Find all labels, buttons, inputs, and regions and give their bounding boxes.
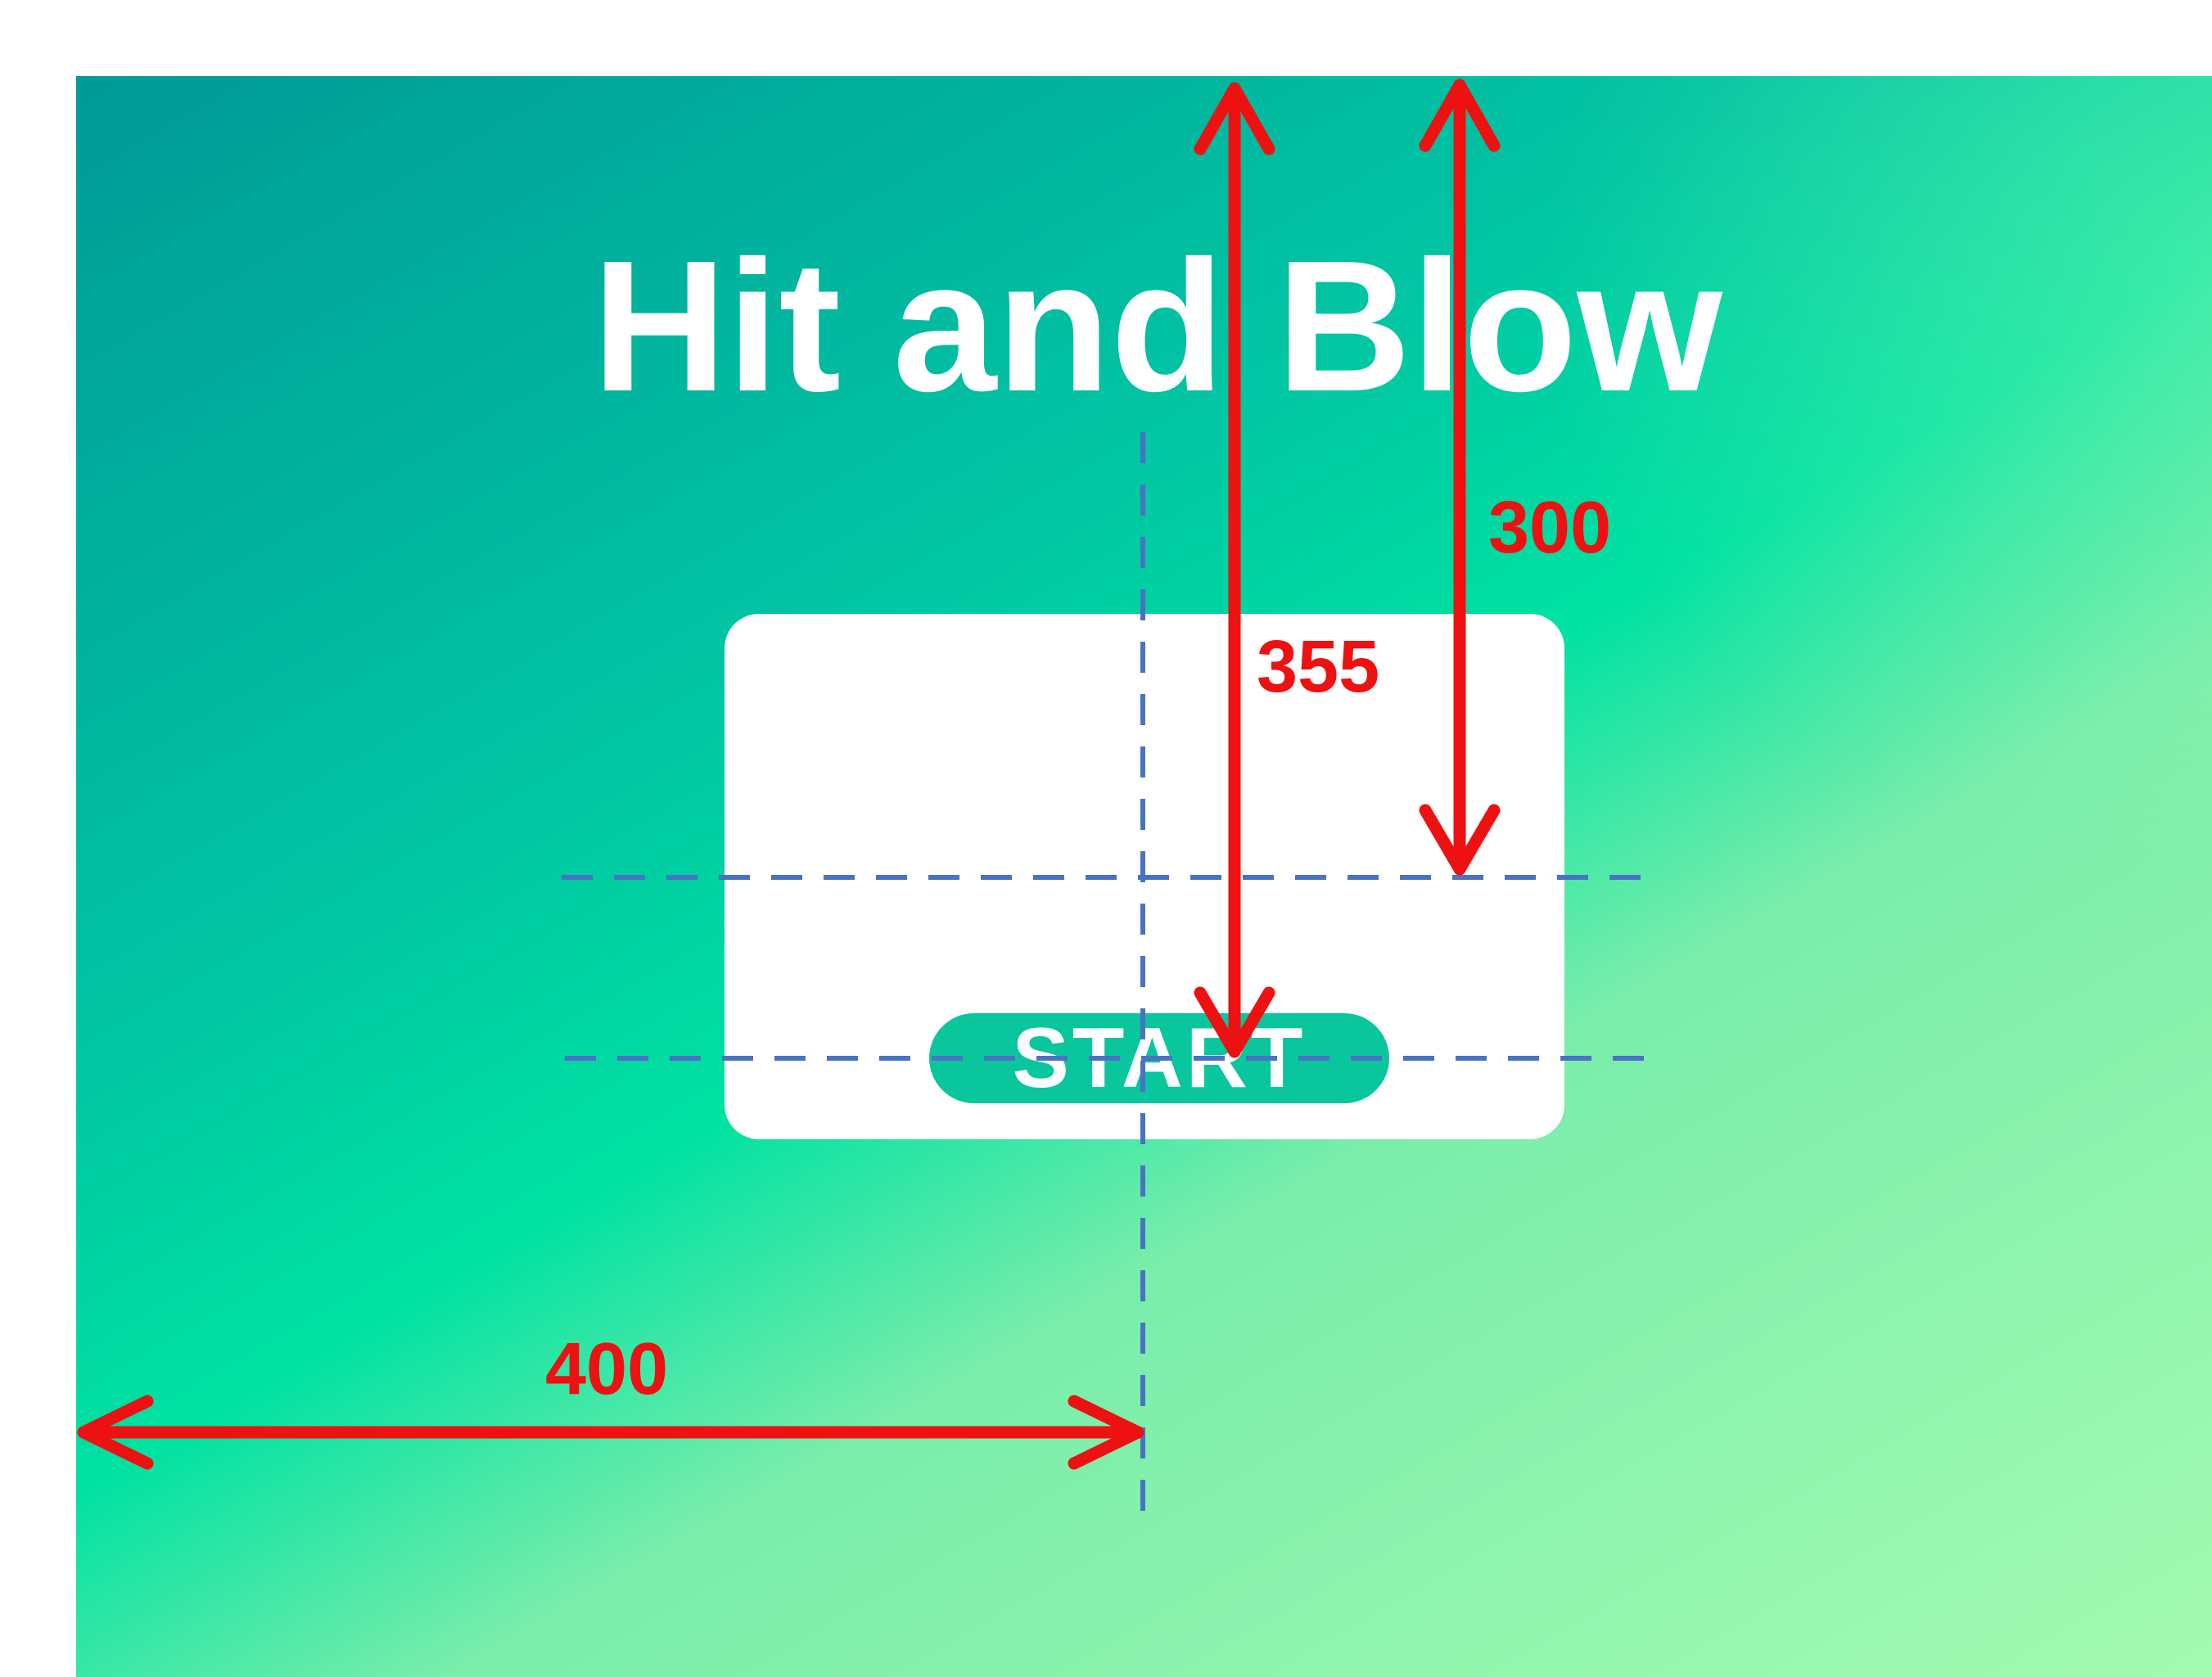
dimension-arrow-355 [1194,82,1275,1058]
label-355: 355 [1257,626,1379,708]
dimension-arrow-300 [1419,79,1501,876]
label-400: 400 [545,1328,668,1410]
dimension-overlay: 355 300 400 [77,79,1662,1529]
label-300: 300 [1488,487,1611,569]
dimension-arrow-400 [77,1395,1144,1470]
screen-layout-diagram: Hit and Blow START 355 300 400 [0,0,2212,1677]
